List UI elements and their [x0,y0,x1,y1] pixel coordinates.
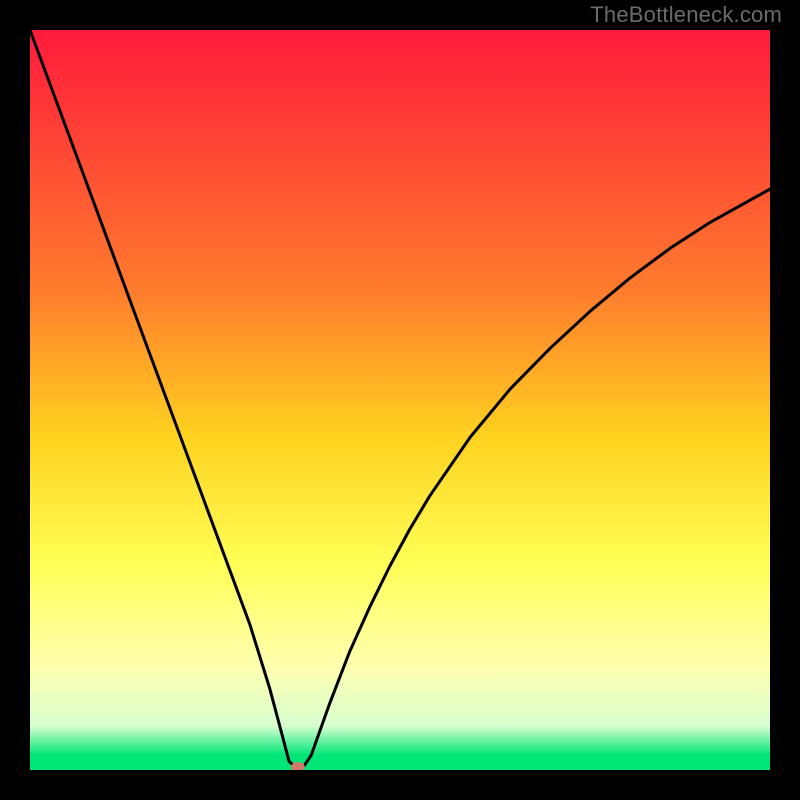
watermark-text: TheBottleneck.com [590,2,782,28]
gradient-background [30,30,770,770]
bottleneck-chart [30,30,770,770]
chart-frame: TheBottleneck.com [0,0,800,800]
